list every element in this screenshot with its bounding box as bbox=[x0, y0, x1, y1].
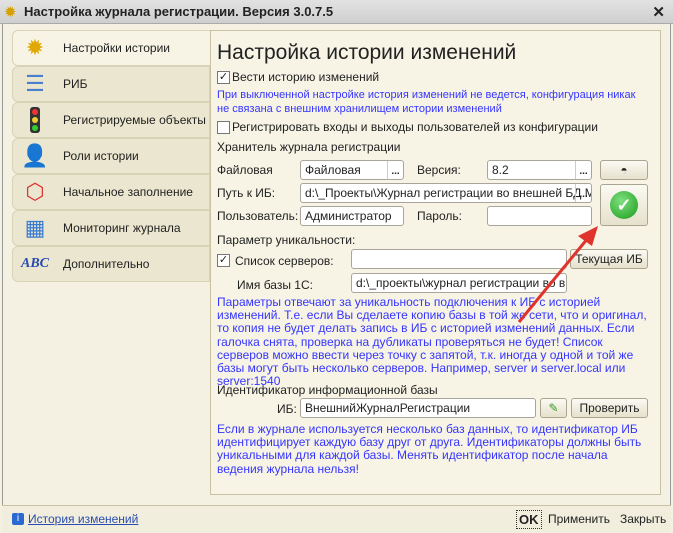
arrow-shaft bbox=[517, 237, 590, 323]
footer-bar: i История изменений OK Применить Закрыть bbox=[2, 505, 671, 533]
close-dialog-button[interactable]: Закрыть bbox=[620, 512, 666, 526]
annotation-arrow bbox=[517, 226, 598, 323]
history-link[interactable]: История изменений bbox=[28, 512, 138, 526]
info-icon: i bbox=[12, 513, 24, 525]
ok-button[interactable]: OK bbox=[516, 510, 542, 529]
apply-button[interactable]: Применить bbox=[548, 512, 610, 526]
arrow-head bbox=[578, 226, 598, 246]
